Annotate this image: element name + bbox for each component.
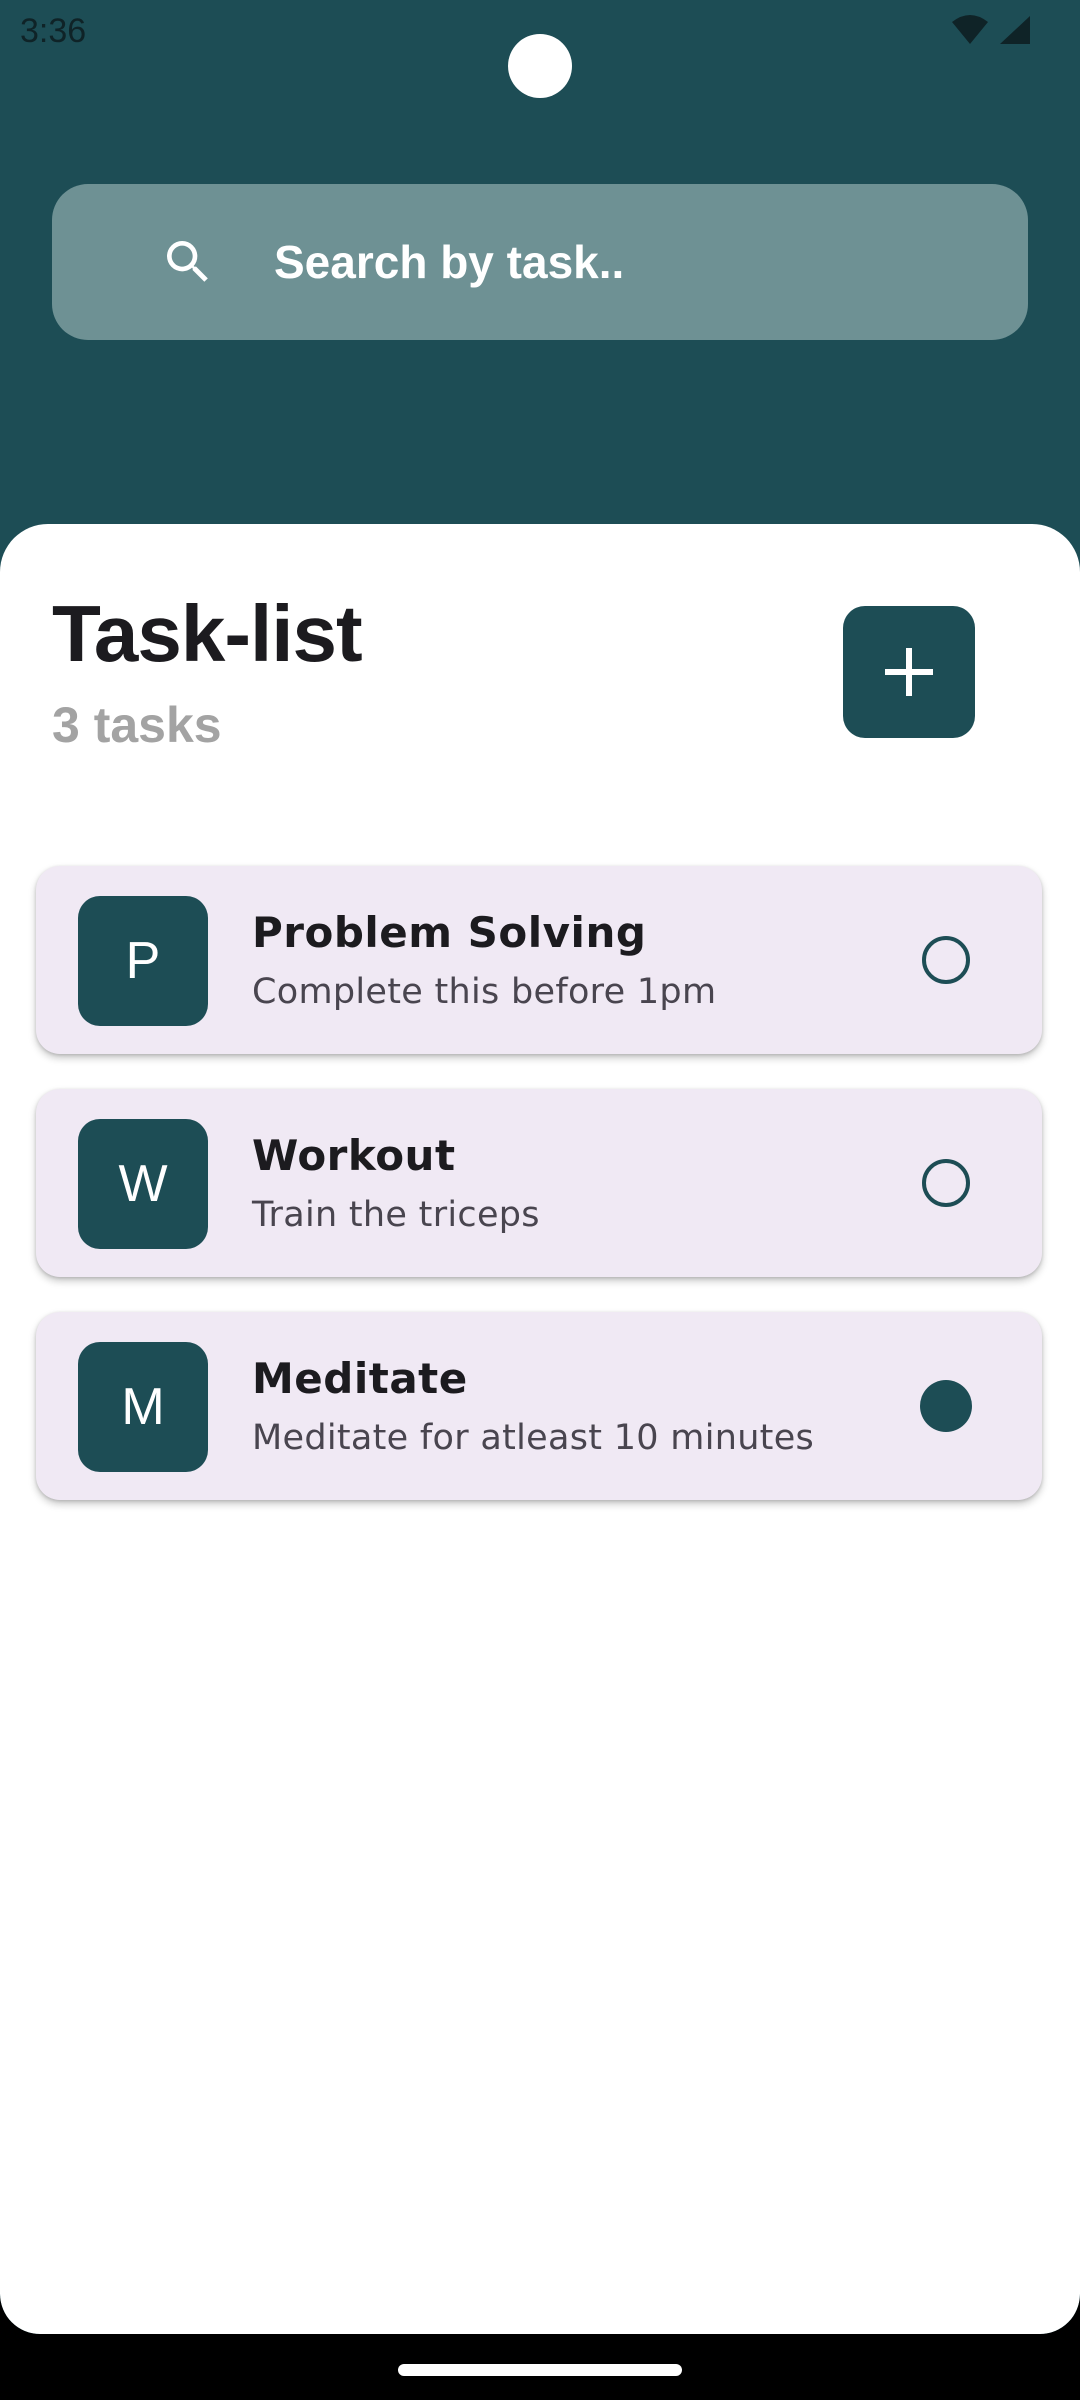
task-sheet: Task-list 3 tasks P Problem Solving Comp… (0, 524, 1080, 2334)
status-icons (950, 14, 1032, 46)
plus-icon (885, 648, 933, 696)
wifi-icon (952, 15, 988, 44)
camera-cutout (508, 34, 572, 98)
task-title: Workout (252, 1131, 456, 1180)
task-subtitle: Complete this before 1pm (252, 972, 717, 1012)
task-title: Problem Solving (252, 908, 647, 957)
page-title: Task-list (52, 589, 363, 678)
task-subtitle: Train the triceps (252, 1195, 540, 1235)
task-count: 3 tasks (52, 697, 222, 753)
task-avatar: P (78, 896, 208, 1026)
search-bar[interactable] (52, 184, 1028, 340)
task-card[interactable]: W Workout Train the triceps (36, 1089, 1042, 1277)
status-bar: 3:36 (0, 0, 1080, 98)
signal-icon (1000, 16, 1030, 44)
status-time: 3:36 (20, 12, 87, 50)
add-task-button[interactable] (843, 606, 975, 738)
search-icon (167, 241, 208, 282)
task-card[interactable]: P Problem Solving Complete this before 1… (36, 866, 1042, 1054)
task-title: Meditate (252, 1354, 468, 1403)
task-status-radio[interactable] (922, 936, 970, 984)
search-input[interactable] (222, 184, 1002, 340)
home-indicator[interactable] (398, 2364, 682, 2376)
task-avatar: M (78, 1342, 208, 1472)
task-status-radio[interactable] (922, 1159, 970, 1207)
task-status-radio-checked[interactable] (920, 1380, 972, 1432)
app-screen: 3:36 Task-list 3 tasks P Problem So (0, 0, 1080, 2334)
task-card[interactable]: M Meditate Meditate for atleast 10 minut… (36, 1312, 1042, 1500)
task-subtitle: Meditate for atleast 10 minutes (252, 1418, 815, 1458)
task-avatar: W (78, 1119, 208, 1249)
